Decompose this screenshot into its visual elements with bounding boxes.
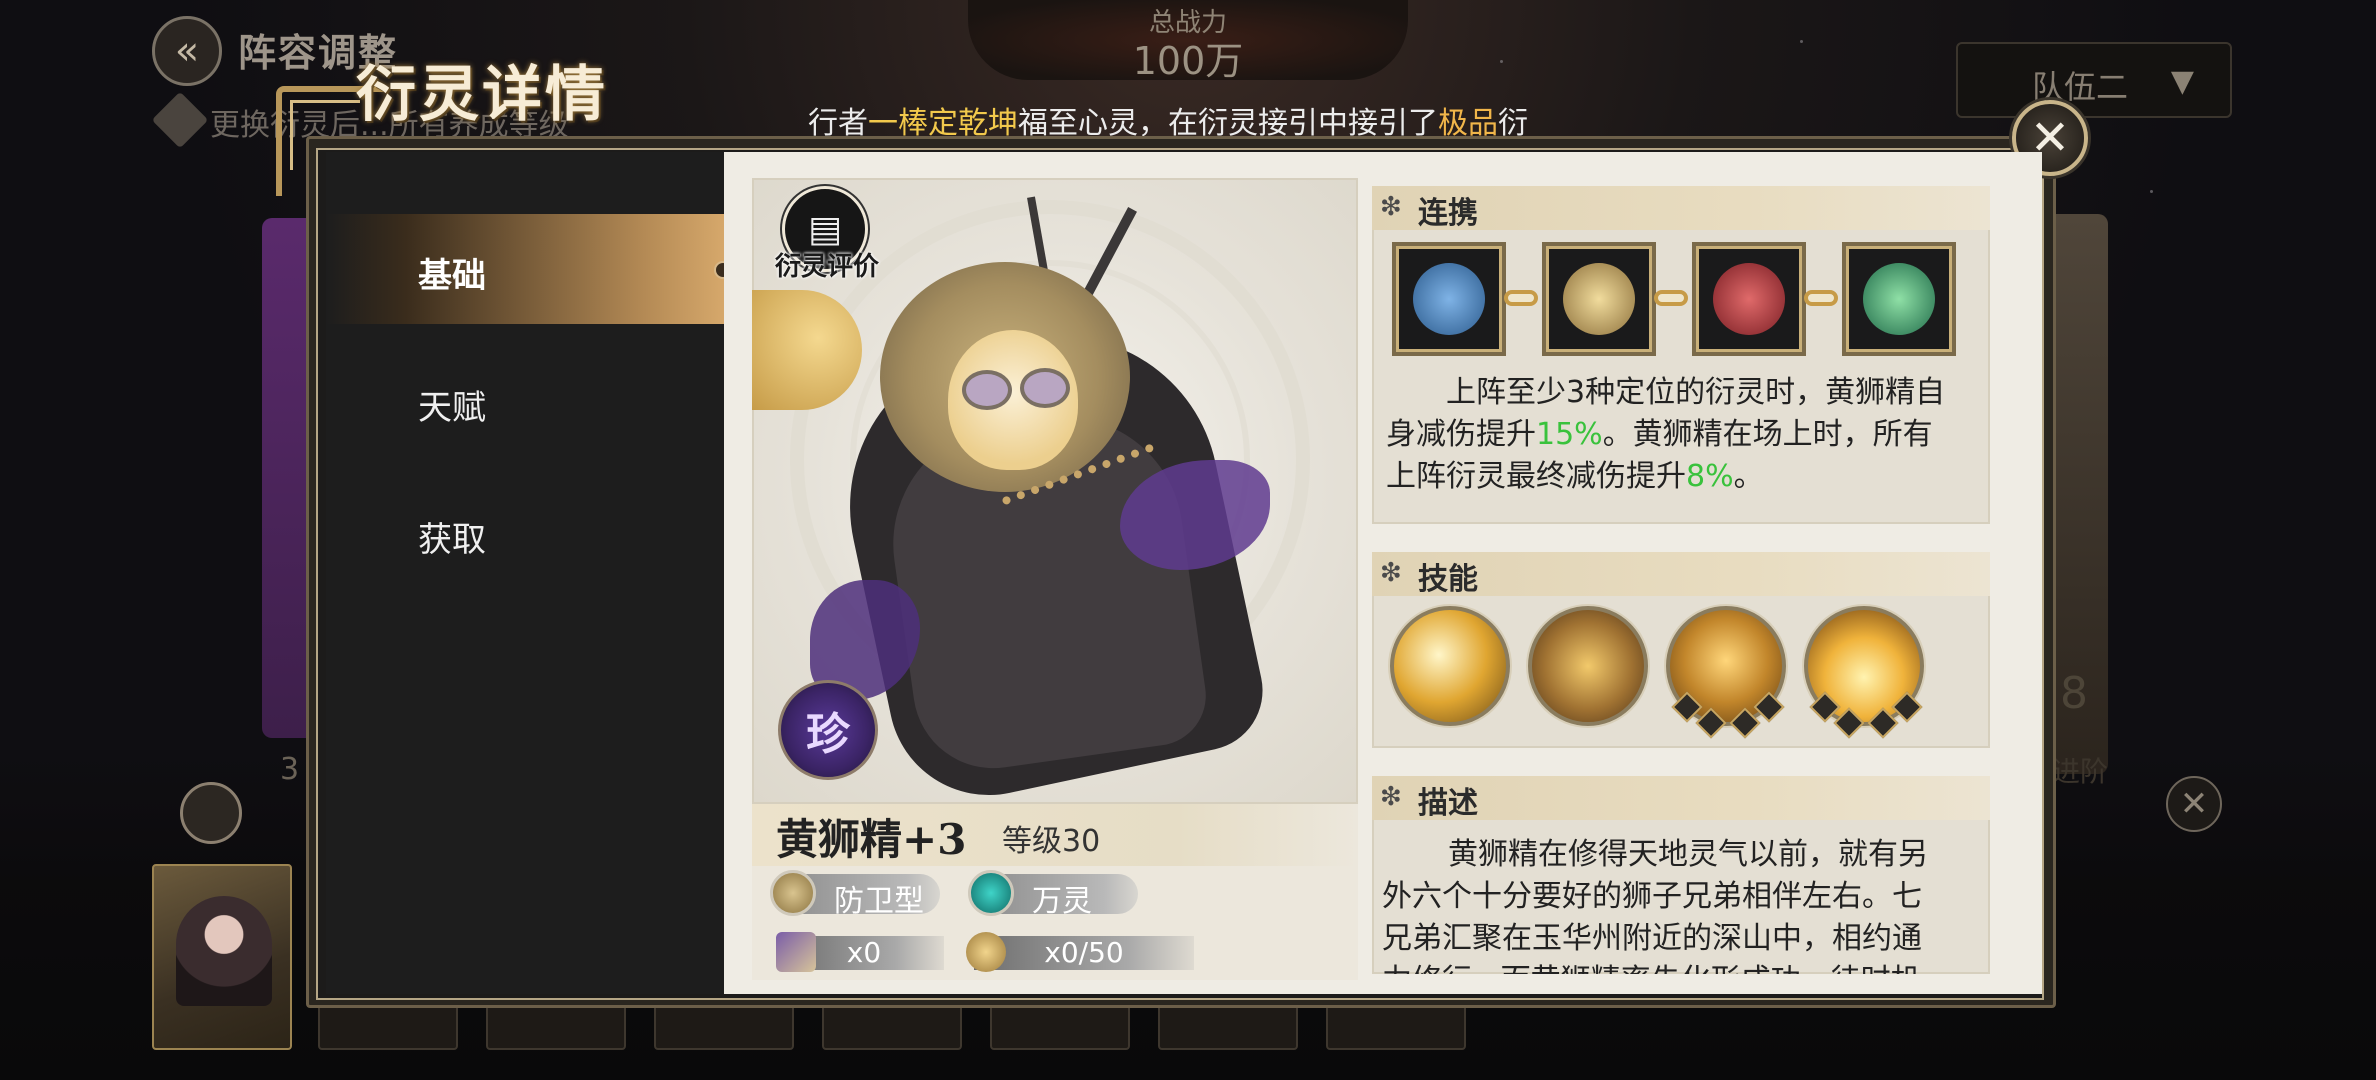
- tab-basic[interactable]: 基础: [326, 214, 732, 324]
- marquee-text: 衍: [1498, 106, 1528, 138]
- link-text: 身减伤提升: [1386, 417, 1536, 452]
- background-number: 3: [280, 752, 300, 787]
- rarity-badge: 珍: [778, 680, 878, 780]
- role-tag-label: 防卫型: [834, 884, 924, 919]
- scroll-icon: ▤: [807, 208, 842, 250]
- character-name: 黄狮精+3: [776, 815, 967, 864]
- shield-icon: [770, 870, 816, 916]
- tab-label: 获取: [418, 520, 486, 560]
- modal-title: 衍灵详情: [356, 60, 608, 130]
- character-art: [962, 370, 1012, 410]
- spirit-icon: [968, 870, 1014, 916]
- link-title: 连携: [1418, 196, 1478, 231]
- link-text: 。: [1733, 459, 1764, 494]
- tab-label: 天赋: [418, 388, 486, 428]
- total-power-panel: 总战力 100万: [968, 0, 1408, 83]
- detail-nav: 基础 天赋 获取: [326, 152, 732, 994]
- resource-value: x0: [846, 936, 882, 969]
- section-mark-icon: ❇: [1380, 558, 1402, 588]
- tab-obtain[interactable]: 获取: [326, 478, 724, 588]
- marquee-text: 行者: [808, 106, 868, 138]
- link-value: 8%: [1686, 459, 1734, 494]
- power-value: 100万: [1132, 39, 1244, 83]
- description-line: 力修行...而黄狮精率先化形成功，待时机: [1382, 960, 1988, 974]
- background-star: [1500, 60, 1503, 63]
- golden-strike-icon[interactable]: [1390, 606, 1510, 726]
- close-icon[interactable]: ✕: [2166, 776, 2222, 832]
- chain-icon: [1804, 290, 1838, 306]
- character-level: 等级30: [1002, 824, 1101, 859]
- back-arrow-icon: «: [174, 28, 200, 74]
- background-label: 进阶: [2052, 755, 2109, 788]
- section-mark-icon: ❇: [1380, 782, 1402, 812]
- token-icon: [966, 932, 1006, 972]
- section-mark-icon: ❇: [1380, 192, 1402, 222]
- background-star: [2150, 190, 2153, 193]
- background-number: 8: [2060, 668, 2088, 719]
- faction-tag-label: 万灵: [1032, 884, 1092, 919]
- red-blade-icon[interactable]: [1692, 242, 1806, 356]
- marquee-rarity: 极品: [1438, 106, 1498, 138]
- evaluation-label: 衍灵评价: [774, 252, 879, 282]
- roster-card[interactable]: [152, 864, 292, 1050]
- chain-icon: [1504, 290, 1538, 306]
- green-swirl-icon[interactable]: [1842, 242, 1956, 356]
- blue-arrow-icon[interactable]: [1392, 242, 1506, 356]
- marquee-text: 福至心灵，在衍灵接引中接引了: [1018, 106, 1438, 138]
- tab-label: 基础: [418, 256, 486, 296]
- link-text: 上阵至少3种定位的衍灵时，黄狮精自: [1446, 375, 1946, 410]
- character-art: [1020, 368, 1070, 408]
- background-star: [1800, 40, 1803, 43]
- shard-icon: [776, 932, 816, 972]
- back-button[interactable]: «: [152, 16, 222, 86]
- link-text: 。黄狮精在场上时，所有: [1602, 417, 1933, 452]
- description-line: 外六个十分要好的狮子兄弟相伴左右。七: [1382, 879, 1922, 914]
- gold-shield-icon[interactable]: [1542, 242, 1656, 356]
- chain-icon: [1654, 290, 1688, 306]
- link-description: 上阵至少3种定位的衍灵时，黄狮精自 身减伤提升15%。黄狮精在场上时，所有 上阵…: [1386, 372, 1986, 498]
- avatar: [176, 896, 272, 1006]
- warrior-leap-icon[interactable]: [1528, 606, 1648, 726]
- description-text[interactable]: 黄狮精在修得天地灵气以前，就有另 外六个十分要好的狮子兄弟相伴左右。七 兄弟汇聚…: [1382, 834, 1988, 974]
- tab-talent[interactable]: 天赋: [326, 346, 724, 456]
- resource-counter: x0/50: [974, 936, 1194, 970]
- team-select[interactable]: 队伍二 ▼: [1956, 42, 2232, 118]
- description-line: 兄弟汇聚在玉华州附近的深山中，相约通: [1382, 921, 1922, 956]
- marquee-player-name: 一棒定乾坤: [868, 106, 1018, 138]
- link-text: 上阵衍灵最终减伤提升: [1386, 459, 1686, 494]
- description-title: 描述: [1418, 786, 1478, 821]
- filter-button[interactable]: [180, 782, 242, 844]
- chevron-down-icon: ▼: [2170, 64, 2194, 99]
- resource-value: x0/50: [1044, 936, 1124, 969]
- description-line: 黄狮精在修得天地灵气以前，就有另: [1448, 837, 1928, 872]
- skills-title: 技能: [1418, 562, 1478, 597]
- link-value: 15%: [1536, 417, 1603, 452]
- announcement-marquee: 行者一棒定乾坤福至心灵，在衍灵接引中接引了极品衍: [808, 98, 1568, 138]
